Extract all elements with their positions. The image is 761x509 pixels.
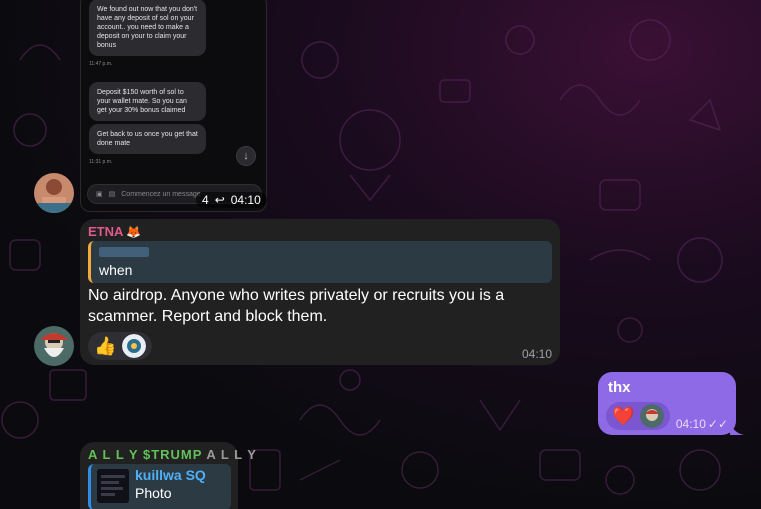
forward-count: 4 [202,193,209,207]
message-time: 04:10 [675,417,706,431]
screenshot-message: Get back to us once you get that done ma… [89,124,206,154]
photo-thumbnail [97,469,129,503]
reply-quote[interactable]: kuillwa SQ Photo [88,464,231,509]
forward-meta[interactable]: 4 ↩ 04:10 [196,192,267,208]
sender-name[interactable]: A L L Y $TRUMP A L L Y [88,447,257,462]
gif-icon: ▤ [108,191,116,198]
avatar[interactable] [34,173,74,213]
double-check-icon: ✓✓ [707,417,728,431]
scroll-down-icon: ↓ [236,146,256,166]
incoming-message-etna[interactable]: ETNA 🦊 when No airdrop. Anyone who write… [80,219,560,365]
reaction-thumbs-up[interactable]: 👍 [88,332,153,360]
reactor-avatar [640,404,665,428]
sender-name-suffix: A L L Y [206,447,257,462]
screenshot-timestamp: 11:47 p.m. [89,61,113,67]
message-text: thx [608,379,631,396]
reply-quote-text: when [99,262,133,278]
screenshot-message: We found out now that you don't have any… [89,0,206,56]
screenshot-timestamp: 11:31 p.m. [89,159,113,165]
reply-sender-name: kuillwa SQ [135,467,206,483]
bubble-tail [730,423,744,435]
fox-icon: 🦊 [126,225,141,239]
reply-quote-text: Photo [135,485,172,501]
thumbs-up-icon: 👍 [94,335,117,356]
screenshot-input-placeholder: Commencez un message [121,190,201,198]
incoming-message-ally[interactable]: A L L Y $TRUMP A L L Y kuillwa SQ Photo [80,442,256,509]
message-time: 04:10 [230,193,261,207]
forward-icon: ↩ [214,193,225,207]
heart-icon: ❤️ [612,405,635,426]
image-icon: ▣ [96,191,103,198]
sender-name-main: A L L Y $TRUMP [88,447,203,462]
reaction-heart[interactable]: ❤️ [606,402,671,430]
message-text: No airdrop. Anyone who writes privately … [88,287,505,325]
reply-quote[interactable]: when [88,241,552,283]
outgoing-message[interactable]: thx ❤️ 04:10 ✓✓ [598,372,736,435]
message-time: 04:10 [521,347,552,361]
avatar[interactable] [34,326,74,366]
sender-name[interactable]: ETNA [88,224,123,239]
blurred-reply-name [99,247,149,257]
message-meta: 04:10 ✓✓ [676,417,728,431]
screenshot-image-message[interactable]: We found out now that you don't have any… [80,0,267,212]
screenshot-message: Deposit $150 worth of sol to your wallet… [89,82,206,121]
reactor-avatar [122,334,147,358]
